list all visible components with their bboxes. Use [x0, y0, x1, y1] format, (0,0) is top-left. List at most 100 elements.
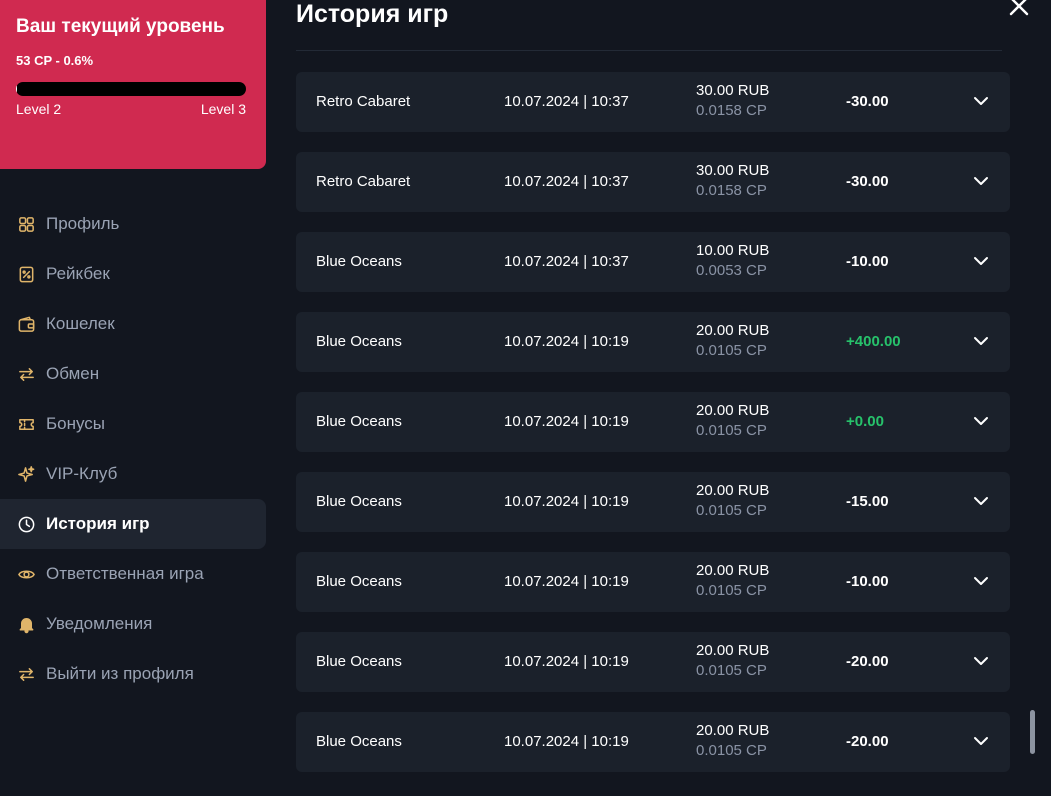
sidebar-item-label: Рейкбек [46, 264, 110, 283]
sidebar-item-label: VIP-Клуб [46, 464, 118, 483]
game-datetime: 10.07.2024 | 10:19 [504, 333, 629, 350]
level-title: Ваш текущий уровень [16, 16, 225, 37]
bet-rub: 20.00 RUB [696, 482, 770, 499]
expand-row-button[interactable] [972, 652, 990, 670]
expand-row-button[interactable] [972, 492, 990, 510]
expand-row-button[interactable] [972, 572, 990, 590]
game-name: Blue Oceans [316, 653, 402, 670]
sidebar-nav: Профиль Рейкбек Кошелек Обмен Бонусы VIP-Клуб… [0, 199, 266, 699]
sidebar-item-2[interactable]: Рейкбек [0, 249, 266, 299]
close-button[interactable] [1005, 0, 1033, 20]
sidebar-item-10[interactable]: Выйти из профиля [0, 649, 266, 699]
sidebar-item-4[interactable]: Обмен [0, 349, 266, 399]
percent-receipt-icon [16, 264, 36, 284]
chevron-down-icon [974, 257, 988, 265]
bet-amount: 20.00 RUB 0.0105 CP [696, 481, 769, 521]
game-result: -30.00 [846, 93, 889, 110]
chevron-down-icon [974, 97, 988, 105]
history-row[interactable]: Blue Oceans 10.07.2024 | 10:19 20.00 RUB 0.… [296, 312, 1010, 372]
chevron-down-icon [974, 497, 988, 505]
chevron-down-icon [974, 177, 988, 185]
main-content: История игр Retro Cabaret 10.07.2024 | 10… [296, 0, 1051, 796]
sidebar-item-label: Выйти из профиля [46, 664, 194, 683]
history-row[interactable]: Retro Cabaret 10.07.2024 | 10:37 30.00 RUB… [296, 152, 1010, 212]
bet-cp: 0.0105 CP [696, 502, 767, 519]
game-result: +0.00 [846, 413, 884, 430]
expand-row-button[interactable] [972, 92, 990, 110]
grid-icon [16, 214, 36, 234]
level-progress-fill [16, 82, 18, 96]
sidebar-item-label: Бонусы [46, 414, 106, 433]
exit-arrows-icon [16, 664, 36, 684]
sidebar-item-label: История игр [46, 514, 150, 533]
history-row[interactable]: Blue Oceans 10.07.2024 | 10:19 20.00 RUB 0.… [296, 392, 1010, 452]
bet-rub: 20.00 RUB [696, 322, 770, 339]
sidebar-item-1[interactable]: Профиль [0, 199, 266, 249]
sidebar-item-5[interactable]: Бонусы [0, 399, 266, 449]
game-name: Blue Oceans [316, 493, 402, 510]
sidebar-item-label: Кошелек [46, 314, 115, 333]
bet-cp: 0.0105 CP [696, 582, 767, 599]
chevron-down-icon [974, 737, 988, 745]
history-row[interactable]: Blue Oceans 10.07.2024 | 10:19 20.00 RUB 0.… [296, 632, 1010, 692]
level-card: Ваш текущий уровень 53 CP - 0.6% Level 2… [0, 0, 266, 169]
game-name: Blue Oceans [316, 413, 402, 430]
bet-amount: 30.00 RUB 0.0158 CP [696, 81, 769, 121]
game-name: Blue Oceans [316, 253, 402, 270]
level-progress-bar [16, 82, 246, 96]
sidebar-item-3[interactable]: Кошелек [0, 299, 266, 349]
bet-rub: 20.00 RUB [696, 722, 770, 739]
chevron-down-icon [974, 577, 988, 585]
game-datetime: 10.07.2024 | 10:19 [504, 413, 629, 430]
game-name: Blue Oceans [316, 573, 402, 590]
sidebar-item-8[interactable]: Ответственная игра [0, 549, 266, 599]
bet-cp: 0.0105 CP [696, 662, 767, 679]
game-name: Retro Cabaret [316, 93, 411, 110]
sidebar-item-label: Ответственная игра [46, 564, 204, 583]
history-row[interactable]: Blue Oceans 10.07.2024 | 10:19 20.00 RUB 0.… [296, 552, 1010, 612]
exchange-arrows-icon [16, 364, 36, 384]
bet-rub: 30.00 RUB [696, 162, 770, 179]
game-result: -20.00 [846, 733, 889, 750]
level-cp-text: 53 CP - 0.6% [16, 53, 94, 68]
sidebar-item-label: Уведомления [46, 614, 153, 633]
expand-row-button[interactable] [972, 412, 990, 430]
title-divider [296, 50, 1002, 51]
eye-icon [16, 564, 36, 584]
game-datetime: 10.07.2024 | 10:19 [504, 573, 629, 590]
sidebar-item-label: Обмен [46, 364, 100, 383]
bet-cp: 0.0158 CP [696, 102, 767, 119]
bet-cp: 0.0105 CP [696, 742, 767, 759]
game-result: -10.00 [846, 573, 889, 590]
sidebar-item-label: Профиль [46, 214, 120, 233]
game-result: -30.00 [846, 173, 889, 190]
game-name: Blue Oceans [316, 733, 402, 750]
expand-row-button[interactable] [972, 732, 990, 750]
game-datetime: 10.07.2024 | 10:37 [504, 253, 629, 270]
level-labels: Level 2 Level 3 [16, 101, 246, 117]
expand-row-button[interactable] [972, 332, 990, 350]
bet-cp: 0.0105 CP [696, 422, 767, 439]
bet-rub: 20.00 RUB [696, 562, 770, 579]
app: Ваш текущий уровень 53 CP - 0.6% Level 2… [0, 0, 1051, 796]
expand-row-button[interactable] [972, 252, 990, 270]
sidebar-item-9[interactable]: Уведомления [0, 599, 266, 649]
expand-row-button[interactable] [972, 172, 990, 190]
bet-rub: 20.00 RUB [696, 402, 770, 419]
close-icon [1009, 0, 1029, 16]
history-row[interactable]: Retro Cabaret 10.07.2024 | 10:37 30.00 RUB… [296, 72, 1010, 132]
sidebar-item-6[interactable]: VIP-Клуб [0, 449, 266, 499]
level-from: Level 2 [16, 101, 62, 117]
history-row[interactable]: Blue Oceans 10.07.2024 | 10:19 20.00 RUB 0.… [296, 712, 1010, 772]
history-row[interactable]: Blue Oceans 10.07.2024 | 10:37 10.00 RUB 0.… [296, 232, 1010, 292]
game-name: Blue Oceans [316, 333, 402, 350]
bet-amount: 20.00 RUB 0.0105 CP [696, 321, 769, 361]
bet-amount: 20.00 RUB 0.0105 CP [696, 401, 769, 441]
bet-cp: 0.0158 CP [696, 182, 767, 199]
bet-rub: 20.00 RUB [696, 642, 770, 659]
sidebar-item-7[interactable]: История игр [0, 499, 266, 549]
history-row[interactable]: Blue Oceans 10.07.2024 | 10:19 20.00 RUB 0.… [296, 472, 1010, 532]
scrollbar-thumb[interactable] [1030, 710, 1035, 754]
game-result: -15.00 [846, 493, 889, 510]
history-list: Retro Cabaret 10.07.2024 | 10:37 30.00 RUB… [296, 72, 1010, 792]
